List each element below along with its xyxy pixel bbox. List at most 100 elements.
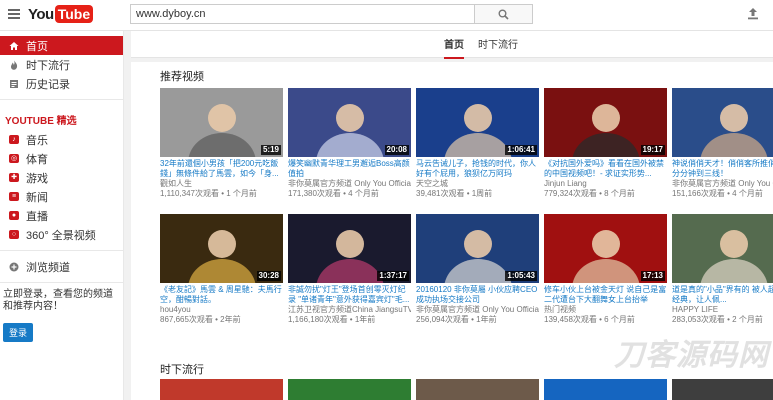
sidebar-item-label: 时下流行	[26, 59, 70, 72]
video-meta: 779,324次观看 • 8 个月前	[544, 189, 635, 198]
video-thumbnail[interactable]: 30:28	[160, 214, 283, 283]
sidebar-item-news[interactable]: ≡ 新闻	[0, 187, 123, 206]
video-channel[interactable]: 热门视频	[544, 305, 667, 315]
video-meta: 1,166,180次观看 • 1年前	[288, 315, 376, 324]
video-channel[interactable]: 非你莫属官方频道 Only You Official Channel	[288, 179, 411, 189]
video-thumbnail[interactable]: 1:05:43	[416, 214, 539, 283]
video-thumbnail[interactable]	[544, 379, 667, 400]
video-title[interactable]: 马云告诫儿子，抢钱的时代，你人好有个屁用，狼狈亿万阿玛	[416, 159, 539, 179]
video-card[interactable]: 1:37:17 非誠勿扰"灯王"登场首创零灭灯纪录 "单诸青年"意外获得嘉宾灯"毛…	[288, 214, 411, 325]
sidebar-item-label: 新闻	[26, 191, 48, 204]
video-channel[interactable]: 非你莫属官方频道 Only You Official Channel	[416, 305, 539, 315]
upload-icon[interactable]	[747, 7, 759, 20]
video-card[interactable]: 20:08 爆笑幽默青华理工男邂逅Boss高颜值拍 非你莫属官方频道 Only Yo…	[288, 88, 411, 199]
video-title[interactable]: 《老友記》馬雲 & 周星馳：夫馬行空，酣暢對話。	[160, 285, 283, 305]
video-thumbnail[interactable]	[160, 379, 283, 400]
video-card[interactable]: 30:28 《老友記》馬雲 & 周星馳：夫馬行空，酣暢對話。 hou4you 867,…	[160, 214, 283, 325]
tab-home[interactable]: 首页	[444, 36, 464, 59]
sidebar-item-sports[interactable]: ◎ 体育	[0, 149, 123, 168]
video-thumbnail[interactable]: 20:08	[288, 88, 411, 157]
sidebar-item-home[interactable]: 首页	[0, 36, 123, 55]
video-duration: 30:28	[256, 271, 281, 281]
recommended-shelf: 推荐视频 5:19 32年前還個小男孩「把200元吃飯錢」無條件給了馬雲，如今「身…	[131, 62, 773, 372]
masthead: You Tube	[0, 0, 773, 31]
video-thumbnail[interactable]	[672, 214, 773, 283]
logo-you-text: You	[28, 5, 54, 23]
video-channel[interactable]: 江苏卫视官方频道China JiangsuTV Official Channel	[288, 305, 411, 315]
video-channel[interactable]: 觀如人生	[160, 179, 283, 189]
video-thumbnail[interactable]: 19:17	[544, 88, 667, 157]
youtube-logo[interactable]: You Tube	[28, 5, 94, 23]
add-circle-icon	[9, 262, 19, 272]
video-title[interactable]: 修车小伙上台被金天灯 说自己是富二代遭台下大翻舞女上台抬举	[544, 285, 667, 305]
video-card[interactable]: 1:06:41 马云告诫儿子，抢钱的时代，你人好有个屁用，狼狈亿万阿玛 天空之城 39…	[416, 88, 539, 199]
video-card[interactable]: 19:17 《对抗国外爱吗》看看在国外被禁的中国视频吧！- 求证实形势... Jin…	[544, 88, 667, 199]
video-thumbnail[interactable]: 5:19	[160, 88, 283, 157]
sidebar-item-label: 浏览频道	[26, 261, 70, 274]
video-card[interactable]: 1:05:43 20160120 非你莫屬 小伙应聘CEO 成功执场交接公司 非你莫…	[416, 214, 539, 325]
video-title[interactable]: 非誠勿扰"灯王"登场首创零灭灯纪录 "单诸青年"意外获得嘉宾灯"毛...	[288, 285, 411, 305]
search-icon	[498, 9, 509, 20]
sidebar-item-browse-channels[interactable]: 浏览频道	[0, 257, 123, 276]
video-title[interactable]: 神说俏俏天才！俏俏客所推俏俏一分分钟到三线！	[672, 159, 773, 179]
video-thumbnail[interactable]	[416, 379, 539, 400]
search-button[interactable]	[475, 4, 533, 24]
music-icon: ♪	[9, 135, 19, 144]
guide-sidebar: 首页 时下流行 历史记录 YOUTUBE 精选 ♪ 音乐 ◎ 体育 ✚ 游戏 ≡…	[0, 31, 124, 400]
video-card[interactable]: 5:19 32年前還個小男孩「把200元吃飯錢」無條件給了馬雲，如今「身... 觀如…	[160, 88, 283, 199]
video-thumbnail[interactable]	[672, 88, 773, 157]
sidebar-item-gaming[interactable]: ✚ 游戏	[0, 168, 123, 187]
video-card[interactable]: 神说俏俏天才！俏俏客所推俏俏一分分钟到三线！非你莫属官方频道 Only You …	[672, 88, 773, 199]
video-title[interactable]: 32年前還個小男孩「把200元吃飯錢」無條件給了馬雲，如今「身...	[160, 159, 283, 179]
video-thumbnail[interactable]	[672, 379, 773, 400]
sidebar-item-label: 直播	[26, 210, 48, 223]
video-duration: 17:13	[640, 271, 665, 281]
video-duration: 19:17	[640, 145, 665, 155]
login-button[interactable]: 登录	[3, 323, 34, 342]
sidebar-item-history[interactable]: 历史记录	[0, 74, 123, 93]
sidebar-item-music[interactable]: ♪ 音乐	[0, 130, 123, 149]
video-meta: 171,380次观看 • 4 个月前	[288, 189, 379, 198]
search-input[interactable]	[131, 5, 471, 23]
sidebar-item-trending[interactable]: 时下流行	[0, 55, 123, 74]
video-thumbnail[interactable]: 17:13	[544, 214, 667, 283]
video-card[interactable]: 17:13 修车小伙上台被金天灯 说自己是富二代遭台下大翻舞女上台抬举 热门视频 13…	[544, 214, 667, 325]
video-title[interactable]: 道是真的"小品"界有的 被人超级的经典，让人佩...	[672, 285, 773, 305]
sidebar-item-360[interactable]: ○ 360° 全景视频	[0, 225, 123, 244]
video-card[interactable]: 道是真的"小品"界有的 被人超级的经典，让人佩...HAPPY LIFE283,…	[672, 214, 773, 325]
sidebar-divider	[0, 250, 123, 251]
tab-trending[interactable]: 时下流行	[478, 36, 518, 57]
home-icon	[9, 41, 19, 51]
video-channel[interactable]: HAPPY LIFE	[672, 305, 773, 315]
history-icon	[9, 79, 19, 89]
video-title[interactable]: 爆笑幽默青华理工男邂逅Boss高颜值拍	[288, 159, 411, 179]
video-meta: 151,166次观看 • 4 个月前	[672, 189, 763, 198]
login-prompt: 立即登录，查看您的频道和推荐内容！	[3, 289, 113, 312]
video-channel[interactable]: 非你莫属官方频道 Only You Official Channel	[672, 179, 773, 189]
video-thumbnail[interactable]	[288, 379, 411, 400]
video-channel[interactable]: 天空之城	[416, 179, 539, 189]
live-icon: ●	[9, 211, 19, 220]
sidebar-item-label: 游戏	[26, 172, 48, 185]
sidebar-item-label: 历史记录	[26, 78, 70, 91]
video-meta: 867,665次观看 • 2年前	[160, 315, 241, 324]
sidebar-item-live[interactable]: ● 直播	[0, 206, 123, 225]
video-thumbnail[interactable]: 1:06:41	[416, 88, 539, 157]
video-thumbnail[interactable]: 1:37:17	[288, 214, 411, 283]
search-box[interactable]	[130, 4, 475, 24]
hamburger-menu-icon[interactable]	[8, 9, 20, 19]
sidebar-item-label: 360° 全景视频	[26, 229, 96, 242]
video-title[interactable]: 20160120 非你莫屬 小伙应聘CEO 成功执场交接公司	[416, 285, 539, 305]
video-duration: 20:08	[384, 145, 409, 155]
video-channel[interactable]: Jinjun Liang	[544, 179, 667, 189]
sidebar-item-label: 音乐	[26, 134, 48, 147]
feed-tabs: 首页 时下流行	[131, 31, 773, 59]
gaming-icon: ✚	[9, 173, 19, 182]
sidebar-divider	[0, 282, 123, 283]
video-duration: 1:05:43	[505, 271, 537, 281]
video-meta: 283,053次观看 • 2 个月前	[672, 315, 763, 324]
video-channel[interactable]: hou4you	[160, 305, 283, 315]
video-duration: 1:06:41	[505, 145, 537, 155]
video-title[interactable]: 《对抗国外爱吗》看看在国外被禁的中国视频吧！- 求证实形势...	[544, 159, 667, 179]
video-meta: 1,110,347次观看 • 1 个月前	[160, 189, 257, 198]
